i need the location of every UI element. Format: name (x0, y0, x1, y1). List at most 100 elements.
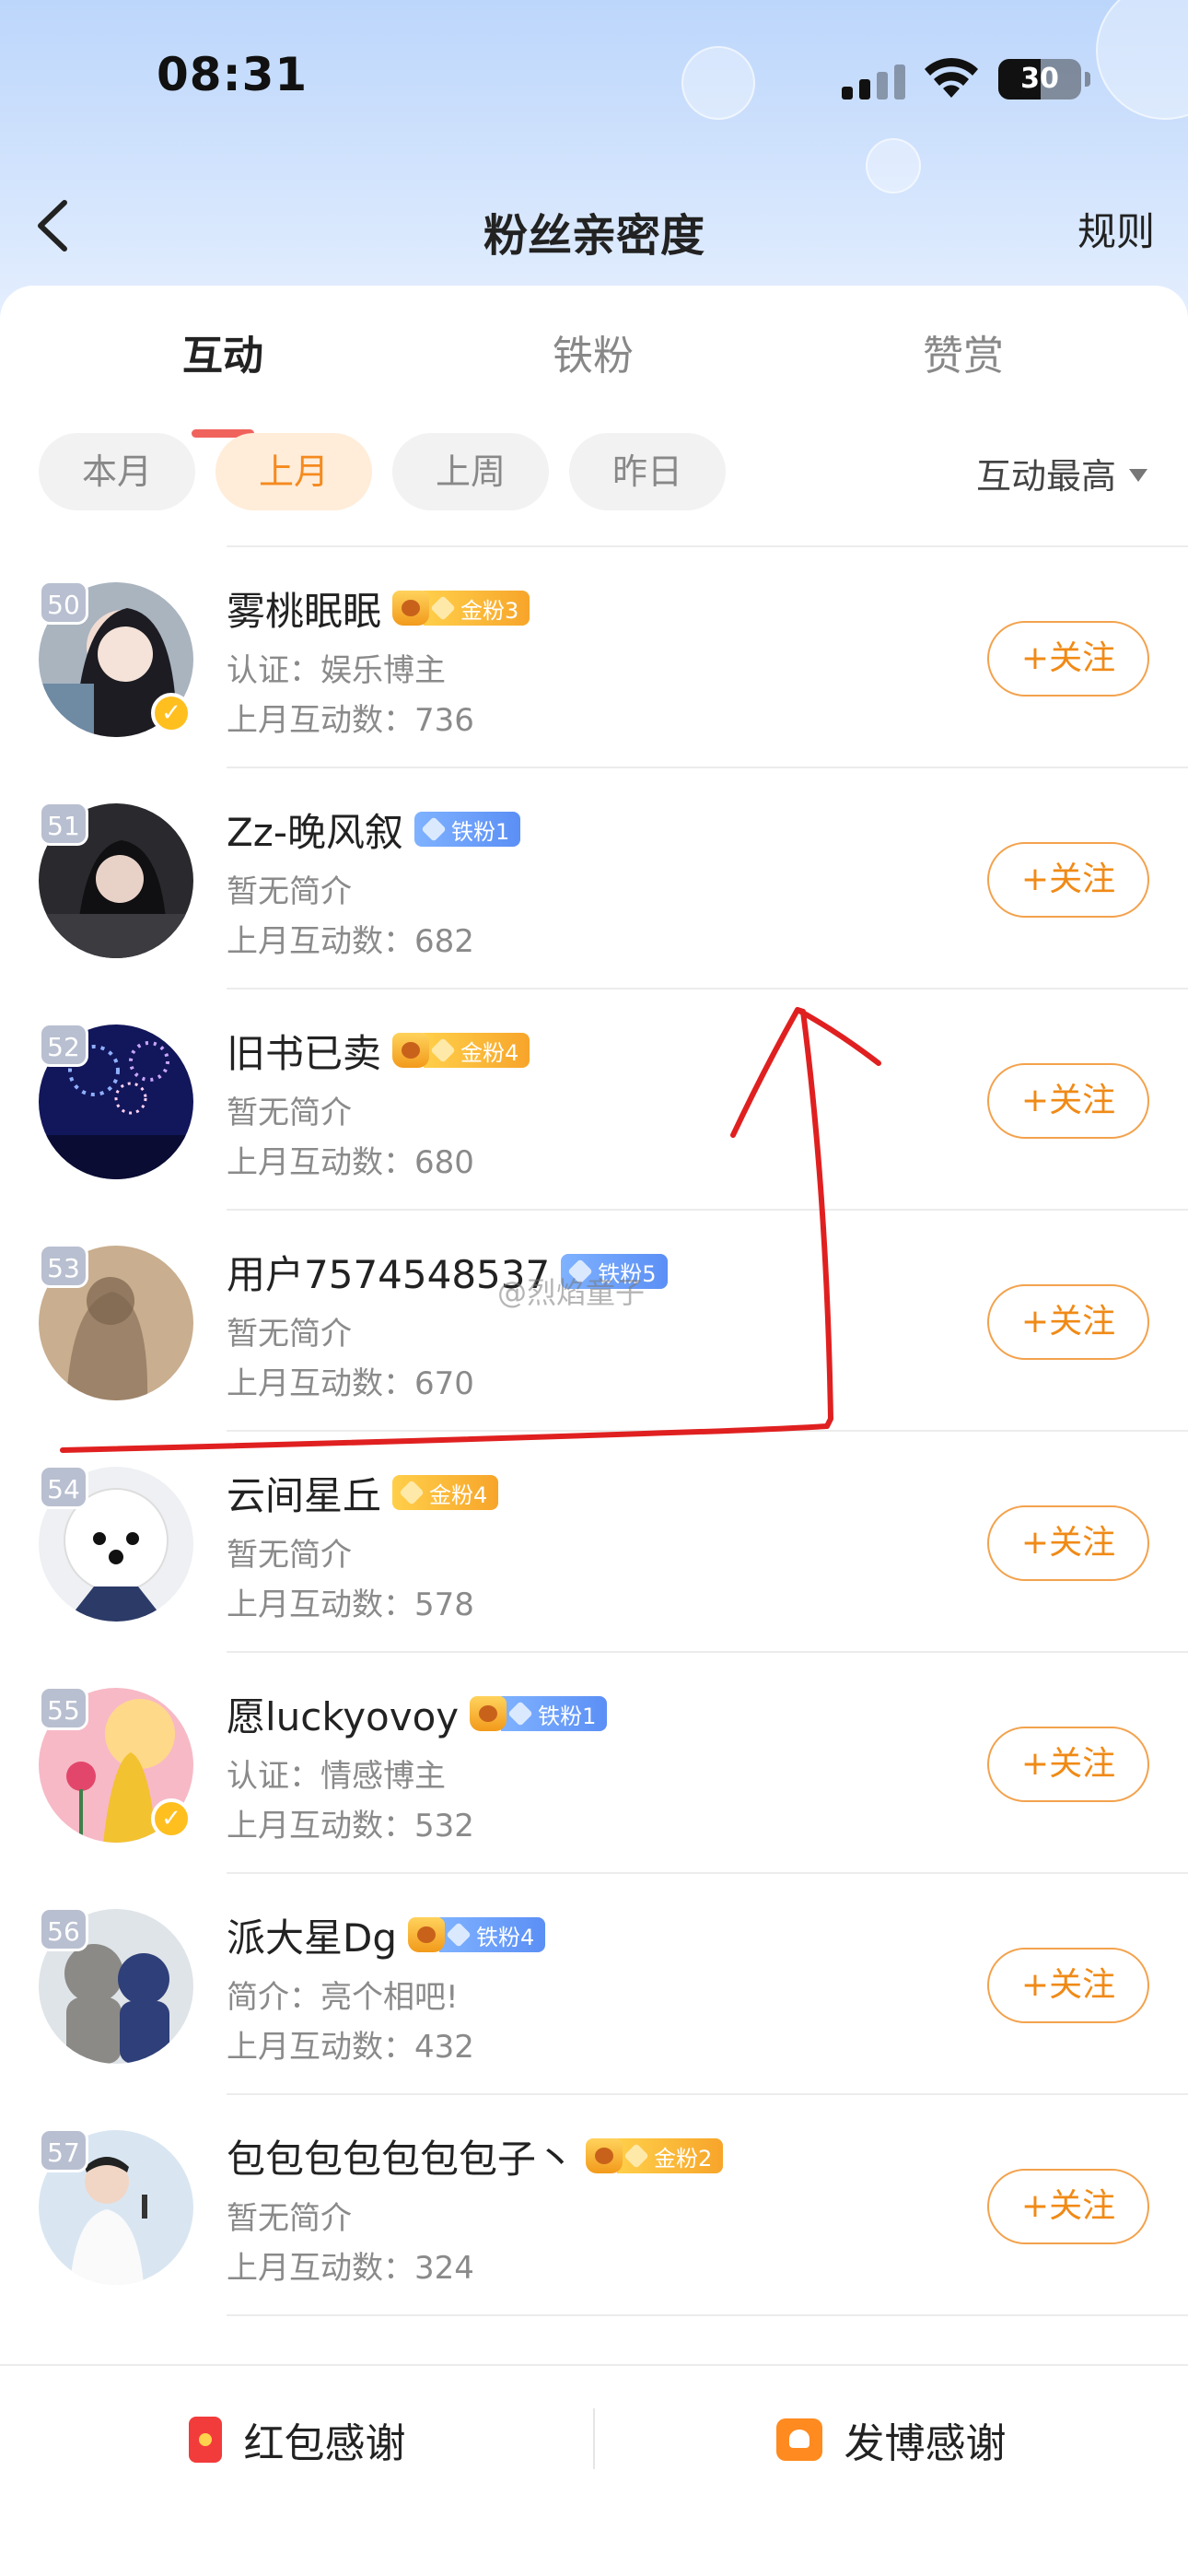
follow-button[interactable]: +关注 (987, 2169, 1149, 2244)
diamond-icon (507, 1701, 533, 1727)
status-time: 08:31 (157, 48, 309, 101)
interaction-count: 上月互动数：432 (227, 2029, 474, 2066)
row-divider (227, 1872, 1188, 1874)
interaction-count: 上月互动数：736 (227, 702, 474, 739)
badge-text: 金粉4 (460, 1039, 519, 1066)
name-line: 旧书已卖 金粉4 (227, 1023, 530, 1078)
wifi-icon (925, 57, 978, 98)
nav-bar: 粉丝亲密度 规则 (0, 175, 1188, 276)
row-divider (227, 1209, 1188, 1211)
tab-rewards[interactable]: 赞赏 (853, 322, 1074, 381)
filter-this-month[interactable]: 本月 (39, 433, 195, 510)
badge-text: 铁粉4 (476, 1924, 535, 1950)
fan-level-badge: 金粉3 (424, 591, 530, 626)
triangle-down-icon (1129, 468, 1147, 482)
name-line: 云间星丘 金粉4 (227, 1465, 499, 1521)
rank-badge: 56 (39, 1907, 88, 1951)
fan-level-badge: 铁粉1 (413, 812, 521, 847)
follow-button[interactable]: +关注 (987, 1505, 1149, 1581)
name-line: Zz-晚风叙 铁粉1 (227, 802, 521, 858)
crown-icon (392, 591, 430, 626)
interaction-count: 上月互动数：324 (227, 2250, 474, 2287)
row-divider (227, 767, 1188, 768)
battery-level: 30 (1020, 63, 1059, 95)
fan-level-badge: 金粉4 (424, 1033, 530, 1068)
rank-badge: 57 (39, 2128, 88, 2172)
gem-icon (399, 1480, 425, 1505)
gem-icon (430, 595, 456, 621)
badge-text: 铁粉1 (538, 1703, 597, 1729)
cellular-signal-icon (842, 64, 905, 100)
row-divider (227, 2314, 1188, 2316)
interaction-count: 上月互动数：578 (227, 1587, 474, 1623)
filter-last-week[interactable]: 上周 (392, 433, 549, 510)
red-packet-thanks-button[interactable]: 红包感谢 (0, 2366, 594, 2513)
crown-icon (586, 2138, 623, 2173)
tab-iron-fans[interactable]: 铁粉 (483, 322, 704, 381)
row-divider (227, 1430, 1188, 1432)
red-packet-icon (188, 2417, 222, 2463)
crown-icon (408, 1917, 446, 1952)
post-thanks-button[interactable]: 发博感谢 (594, 2366, 1188, 2513)
post-thanks-label: 发博感谢 (844, 2420, 1007, 2467)
fan-row[interactable]: 54 云间星丘 金粉4 暂无简介 上月互动数：578 +关注 (0, 1430, 1188, 1651)
fan-name[interactable]: 云间星丘 (227, 1465, 381, 1521)
fan-name[interactable]: 旧书已卖 (227, 1023, 381, 1079)
badge-text: 金粉3 (460, 597, 519, 624)
follow-button[interactable]: +关注 (987, 842, 1149, 918)
fan-name[interactable]: 雾桃眠眠 (227, 580, 381, 637)
rank-badge: 51 (39, 802, 88, 846)
rank-badge: 53 (39, 1244, 88, 1288)
rank-badge: 55 (39, 1686, 88, 1730)
fan-row[interactable]: 53 用户7574548537 铁粉5 暂无简介 上月互动数：670 +关注 (0, 1209, 1188, 1430)
fan-name[interactable]: 派大星Dg (227, 1907, 397, 1963)
follow-button[interactable]: +关注 (987, 1284, 1149, 1360)
gem-icon (623, 2143, 649, 2169)
name-line: 包包包包包包包子丶 金粉2 (227, 2128, 724, 2184)
post-thanks-icon (775, 2418, 822, 2461)
diamond-icon (421, 816, 447, 842)
fan-name[interactable]: 愿luckyovoy (227, 1686, 459, 1742)
fan-level-badge: 铁粉1 (501, 1696, 608, 1731)
fan-row[interactable]: 56 派大星Dg 铁粉4 简介：亮个相吧! 上月互动数：432 +关注 (0, 1872, 1188, 2093)
interaction-count: 上月互动数：680 (227, 1144, 474, 1181)
badge-text: 铁粉1 (450, 818, 510, 845)
follow-button[interactable]: +关注 (987, 1063, 1149, 1139)
fan-bio: 暂无简介 (227, 1095, 352, 1131)
rank-badge: 54 (39, 1465, 88, 1509)
fan-bio: 暂无简介 (227, 873, 352, 910)
verified-icon: ✓ (151, 693, 192, 733)
interaction-count: 上月互动数：532 (227, 1808, 474, 1844)
filter-last-month[interactable]: 上月 (215, 433, 372, 510)
sort-dropdown[interactable]: 互动最高 (976, 448, 1147, 498)
fan-bio: 暂无简介 (227, 1316, 352, 1352)
fan-row[interactable]: 50 ✓ 雾桃眠眠 金粉3 认证：娱乐博主 上月互动数：736 +关注 (0, 545, 1188, 767)
fan-name[interactable]: 包包包包包包包子丶 (227, 2128, 575, 2184)
fan-row[interactable]: 55 ✓ 愿luckyovoy 铁粉1 认证：情感博主 上月互动数：532 +关… (0, 1651, 1188, 1872)
interaction-count: 上月互动数：670 (227, 1365, 474, 1402)
period-filter-bar: 本月 上月 上周 昨日 互动最高 (0, 433, 1188, 512)
name-line: 派大星Dg 铁粉4 (227, 1907, 546, 1963)
follow-button[interactable]: +关注 (987, 621, 1149, 697)
fan-row[interactable]: 52 旧书已卖 金粉4 暂无简介 上月互动数：680 +关注 (0, 988, 1188, 1209)
sort-label: 互动最高 (975, 456, 1116, 497)
tab-interaction[interactable]: 互动 (112, 322, 333, 381)
fan-level-badge: 铁粉4 (439, 1917, 546, 1952)
rank-badge: 50 (39, 580, 88, 625)
crown-icon (392, 1033, 430, 1068)
tab-bar: 互动 铁粉 赞赏 (0, 322, 1188, 438)
fan-row[interactable]: 57 包包包包包包包子丶 金粉2 暂无简介 上月互动数：324 +关注 (0, 2093, 1188, 2314)
row-divider (227, 988, 1188, 989)
bottom-action-bar: 红包感谢 发博感谢 (0, 2364, 1188, 2576)
fan-row[interactable]: 51 Zz-晚风叙 铁粉1 暂无简介 上月互动数：682 +关注 (0, 767, 1188, 988)
row-divider (227, 2093, 1188, 2095)
fan-name[interactable]: Zz-晚风叙 (227, 802, 403, 858)
filter-yesterday[interactable]: 昨日 (569, 433, 726, 510)
red-packet-thanks-label: 红包感谢 (243, 2420, 406, 2467)
status-bar: 08:31 30 (0, 0, 1188, 157)
rules-button[interactable]: 规则 (1077, 201, 1155, 257)
gem-icon (430, 1037, 456, 1063)
fan-level-badge: 金粉2 (617, 2138, 724, 2173)
follow-button[interactable]: +关注 (987, 1727, 1149, 1802)
follow-button[interactable]: +关注 (987, 1948, 1149, 2023)
